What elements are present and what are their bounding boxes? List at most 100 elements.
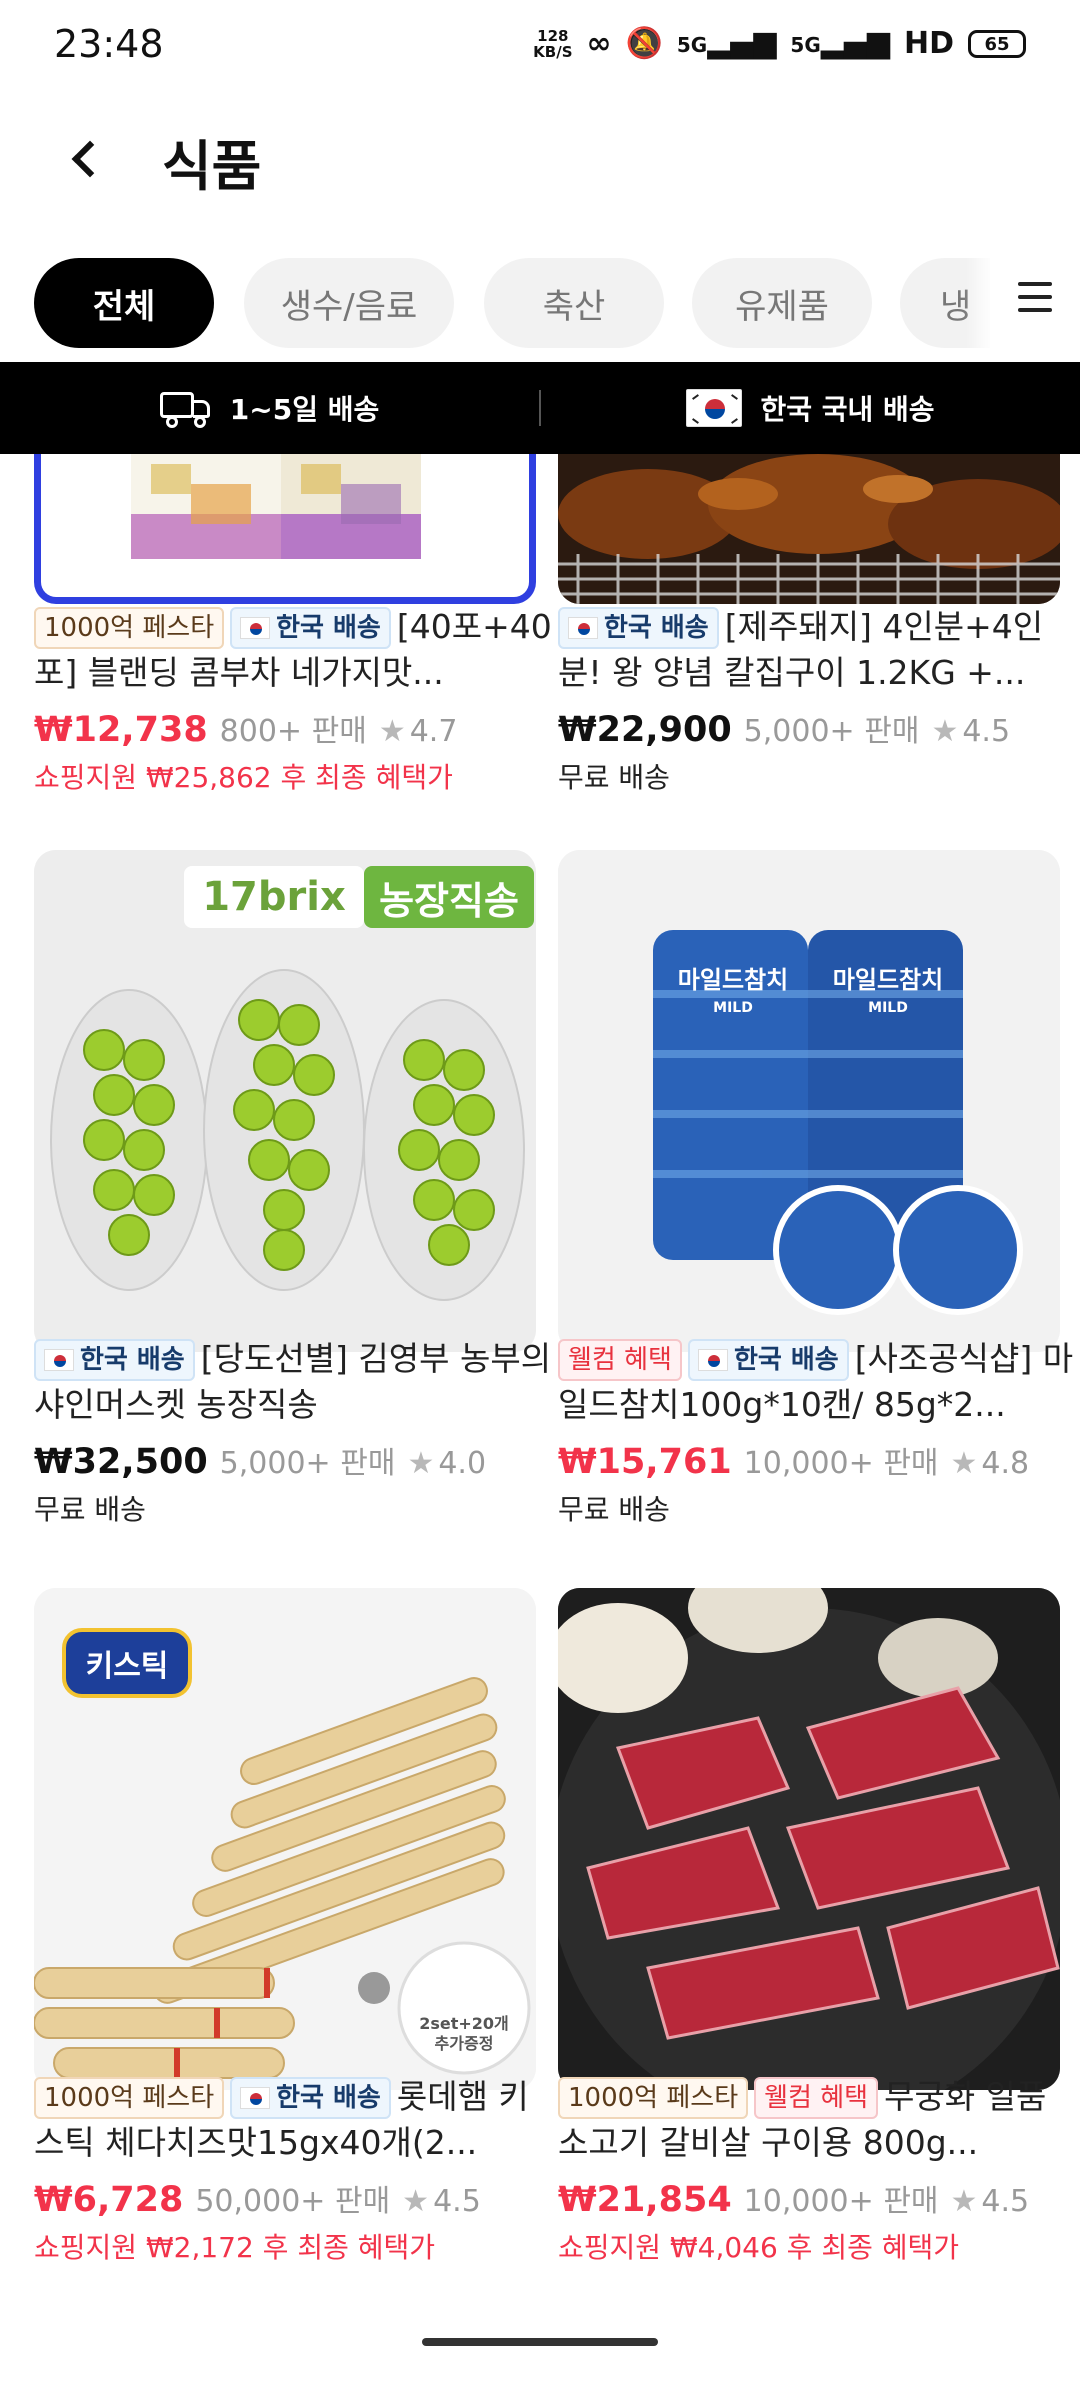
chevron-left-icon: [71, 140, 109, 178]
status-icons: 128 KB/S ∞ 🔕 5G▂▄▆ 5G▂▄▆ HD 65: [533, 26, 1026, 62]
shipping-text: 무료 배송: [558, 1493, 670, 1526]
product-price: ₩6,728: [34, 2180, 184, 2220]
chip-livestock[interactable]: 축산: [484, 258, 664, 348]
price-row: ₩15,761 10,000+ 판매 ★ 4.8: [558, 1438, 1078, 1482]
product-image[interactable]: 17brix 농장직송: [34, 850, 536, 1352]
can-label: 마일드참치: [677, 966, 789, 994]
product-price: ₩32,500: [34, 1442, 208, 1482]
product-image[interactable]: [558, 1588, 1060, 2090]
sold-count: 10,000+ 판매: [743, 2184, 939, 2219]
product-title-block: 한국 배송 [당도선별] 김영부 농부의 샤인머스켓 농장직송: [34, 1336, 554, 1428]
can-mild-label: MILD: [868, 1000, 908, 1016]
product-info: 한국 배송 [당도선별] 김영부 농부의 샤인머스켓 농장직송 ₩32,500 5…: [34, 1336, 554, 1528]
product-info: 1000억 페스타 한국 배송 롯데햄 키스틱 체다치즈맛15gx40개(2... …: [34, 2074, 554, 2266]
signal-icon: 5G▂▄▆: [790, 25, 890, 60]
kisstick-logo: 키스틱: [62, 1628, 192, 1698]
rating: ★ 4.5: [402, 2184, 481, 2219]
network-speed: 128 KB/S: [533, 27, 573, 61]
chip-all[interactable]: 전체: [34, 258, 214, 348]
star-icon: ★: [407, 1446, 435, 1481]
price-row: ₩32,500 5,000+ 판매 ★ 4.0: [34, 1438, 554, 1482]
product-title-block: 한국 배송 [제주돼지] 4인분+4인분! 왕 양념 칼집구이 1.2KG +..…: [558, 604, 1078, 696]
festa-badge: 1000억 페스타: [558, 2077, 749, 2119]
battery-icon: 65: [968, 30, 1026, 58]
rating: ★ 4.0: [407, 1446, 487, 1481]
product-title-block: 1000억 페스타 한국 배송 롯데햄 키스틱 체다치즈맛15gx40개(2...: [34, 2074, 554, 2166]
hd-icon: HD: [903, 26, 954, 61]
price-row: ₩21,854 10,000+ 판매 ★ 4.5: [558, 2176, 1078, 2220]
korea-delivery-badge: 한국 배송: [687, 1339, 849, 1381]
product-title-block: 웰컴 혜택 한국 배송 [사조공식샵] 마일드참치100g*10캔/ 85g*2..…: [558, 1336, 1078, 1428]
beef-grill-image: [558, 1588, 1060, 2090]
sold-count: 5,000+ 판매: [743, 714, 920, 749]
chip-dairy[interactable]: 유제품: [692, 258, 872, 348]
sold-count: 5,000+ 판매: [219, 1446, 396, 1481]
product-image[interactable]: [34, 454, 536, 604]
category-chips: 전체 생수/음료 축산 유제품 냉: [0, 258, 1080, 350]
product-info: 1000억 페스타 웰컴 혜택 무궁화 일품 소고기 갈비살 구이용 800g...…: [558, 2074, 1078, 2266]
farm-direct-tag: 농장직송: [364, 866, 534, 928]
price-row: ₩12,738 800+ 판매 ★ 4.7: [34, 706, 554, 750]
star-icon: ★: [950, 2184, 978, 2219]
chip-water-drinks[interactable]: 생수/음료: [244, 258, 454, 348]
benefit-text: 쇼핑지원 ₩4,046 후 최종 혜택가: [558, 2231, 960, 2264]
welcome-badge: 웰컴 혜택: [558, 1339, 682, 1381]
product-image[interactable]: 마일드참치 마일드참치 MILD MILD: [558, 850, 1060, 1352]
mute-icon: 🔕: [625, 26, 663, 61]
bonus-label: 추가증정: [434, 2034, 494, 2053]
star-icon: ★: [931, 714, 959, 749]
product-price: ₩21,854: [558, 2180, 732, 2220]
product-title-block: 1000억 페스타 웰컴 혜택 무궁화 일품 소고기 갈비살 구이용 800g...: [558, 2074, 1078, 2166]
product-image[interactable]: 키스틱 2set+20개 추가증정: [34, 1588, 536, 2090]
back-button[interactable]: [50, 124, 120, 194]
korea-delivery-badge: 한국 배송: [230, 2077, 391, 2119]
product-price: ₩22,900: [558, 710, 732, 750]
grilled-pork-image: [558, 454, 1060, 604]
product-info: 웰컴 혜택 한국 배송 [사조공식샵] 마일드참치100g*10캔/ 85g*2..…: [558, 1336, 1078, 1528]
home-indicator[interactable]: [422, 2338, 658, 2346]
delivery-days: 1~5일 배송: [0, 362, 539, 454]
rating: ★ 4.5: [931, 714, 1011, 749]
truck-icon: [159, 390, 212, 428]
rating: ★ 4.8: [950, 1446, 1030, 1481]
product-price: ₩15,761: [558, 1442, 732, 1482]
rating: ★ 4.7: [378, 714, 458, 749]
korea-flag-icon: [697, 1349, 728, 1371]
korea-flag-icon: [44, 1349, 74, 1371]
korea-flag-icon: [240, 2087, 271, 2109]
benefit-text: 쇼핑지원 ₩2,172 후 최종 혜택가: [34, 2231, 436, 2264]
page-title: 식품: [162, 135, 262, 198]
shipping-text: 무료 배송: [558, 761, 670, 794]
link-icon: ∞: [586, 26, 612, 61]
product-price: ₩12,738: [34, 710, 208, 750]
kombucha-box-image: [131, 454, 421, 559]
menu-icon: [1018, 282, 1052, 286]
star-icon: ★: [378, 714, 406, 749]
can-label: 마일드참치: [832, 966, 944, 994]
benefit-text: 쇼핑지원 ₩25,862 후 최종 혜택가: [34, 761, 453, 794]
tuna-cans-image: [558, 850, 1060, 1352]
header: 식품: [0, 90, 1080, 230]
sold-count: 10,000+ 판매: [743, 1446, 939, 1481]
brix-tag: 17brix: [184, 866, 364, 928]
korea-flag-icon: [568, 617, 598, 639]
sold-count: 800+ 판매: [219, 714, 367, 749]
product-info: 1000억 페스타 한국 배송 [40포+40포] 블랜딩 콤부차 네가지맛... …: [34, 604, 554, 796]
signal-icon: 5G▂▄▆: [676, 25, 777, 60]
domestic-delivery: 한국 국내 배송: [541, 362, 1080, 454]
festa-badge: 1000억 페스타: [34, 607, 225, 649]
welcome-badge: 웰컴 혜택: [754, 2077, 879, 2119]
korea-flag-icon: [240, 617, 271, 639]
delivery-banner: 1~5일 배송 한국 국내 배송: [0, 362, 1080, 454]
status-time: 23:48: [54, 22, 164, 66]
product-info: 한국 배송 [제주돼지] 4인분+4인분! 왕 양념 칼집구이 1.2KG +..…: [558, 604, 1078, 796]
can-mild-label: MILD: [713, 1000, 753, 1016]
sold-count: 50,000+ 판매: [195, 2184, 391, 2219]
shipping-text: 무료 배송: [34, 1493, 146, 1526]
price-row: ₩6,728 50,000+ 판매 ★ 4.5: [34, 2176, 554, 2220]
category-menu-button[interactable]: [990, 232, 1080, 362]
product-image[interactable]: [558, 454, 1060, 604]
rating: ★ 4.5: [950, 2184, 1030, 2219]
star-icon: ★: [950, 1446, 978, 1481]
korea-delivery-badge: 한국 배송: [230, 607, 391, 649]
